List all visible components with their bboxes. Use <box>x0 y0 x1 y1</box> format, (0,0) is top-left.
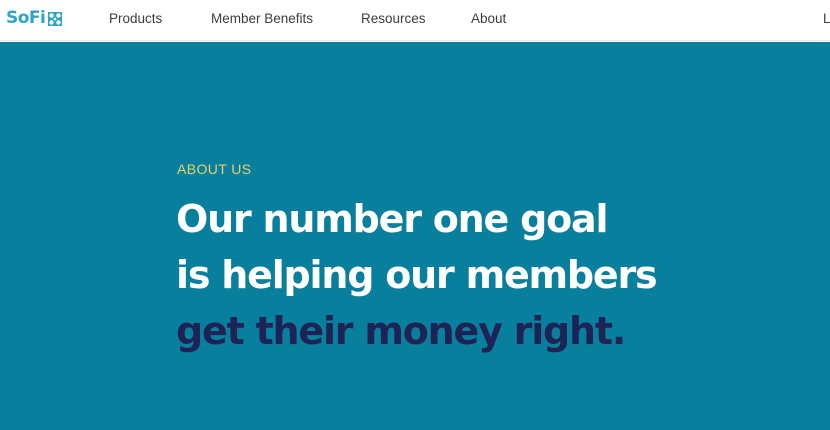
about-hero: ABOUT US Our number one goal is helping … <box>0 42 830 430</box>
hero-eyebrow: ABOUT US <box>177 161 252 177</box>
nav-resources[interactable]: Resources <box>361 11 426 27</box>
nav-about[interactable]: About <box>471 11 506 27</box>
headline-line-1: Our number one goal <box>176 197 609 241</box>
sofi-logo[interactable]: SoFi <box>6 7 63 29</box>
headline-line-2: is helping our members <box>176 253 658 297</box>
hero-headline: Our number one goal is helping our membe… <box>176 191 658 359</box>
nav-login-partial[interactable]: L <box>823 11 830 27</box>
top-nav-bar: SoFi Products Member Benefits Resources … <box>0 0 830 41</box>
nav-member-benefits[interactable]: Member Benefits <box>211 11 313 27</box>
page: SoFi Products Member Benefits Resources … <box>0 0 830 430</box>
sofi-logo-mark-icon <box>48 11 63 26</box>
logo-wordmark: SoFi <box>6 8 46 28</box>
headline-line-3: get their money right. <box>176 309 626 353</box>
nav-products[interactable]: Products <box>109 11 162 27</box>
